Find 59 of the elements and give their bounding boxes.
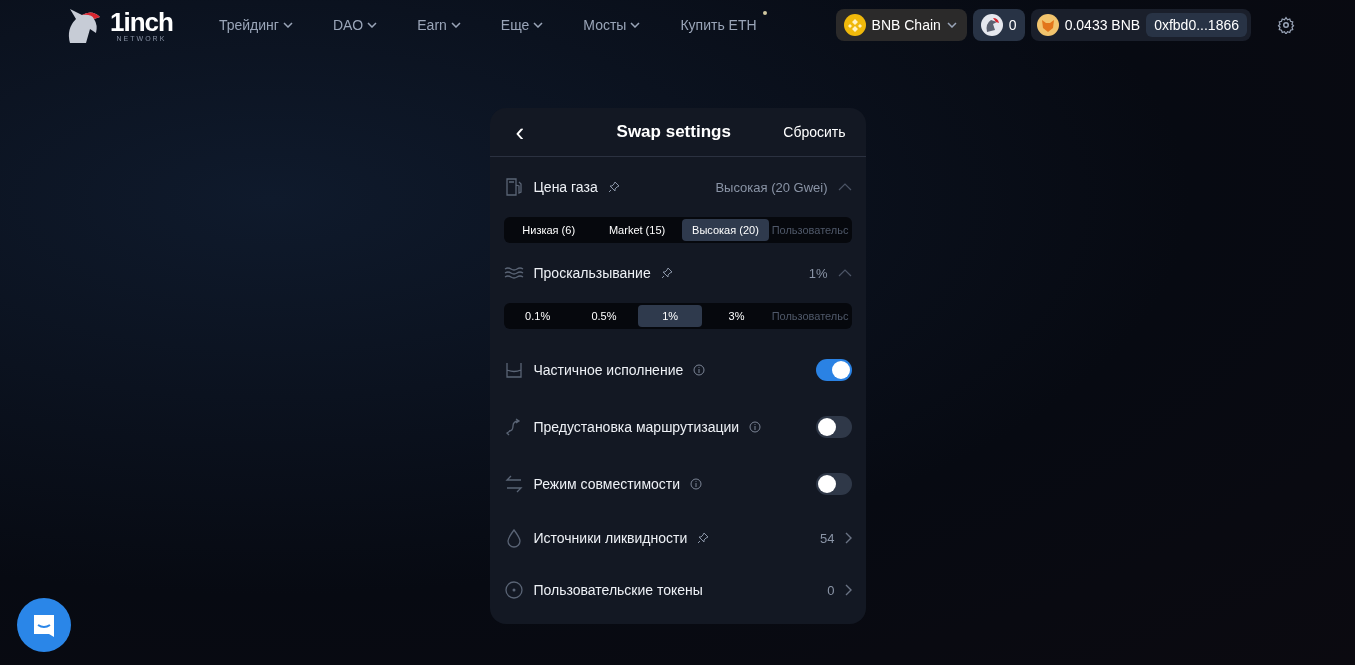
target-icon <box>503 580 524 600</box>
chain-selector[interactable]: BNB Chain <box>835 9 967 41</box>
segment-option[interactable]: Низкая (6) <box>505 219 592 241</box>
toggle-switch[interactable] <box>815 415 852 438</box>
nav-link[interactable]: Еще <box>488 17 556 33</box>
toggle-switch[interactable] <box>815 358 852 381</box>
nav-link[interactable]: Купить ETH <box>668 17 769 33</box>
swap-arrows-icon <box>503 473 524 494</box>
setting-value: 0 <box>827 582 835 598</box>
back-button[interactable]: ‹ <box>509 120 531 144</box>
logo-text: 1inch <box>110 8 173 35</box>
address-button[interactable]: 0xfbd0...1866 <box>1146 13 1247 37</box>
setting-label: Источники ликвидности <box>533 530 688 546</box>
chain-logo-icon <box>843 14 866 36</box>
pin-icon[interactable] <box>607 181 620 193</box>
caret-icon <box>450 22 461 28</box>
chat-bubble-icon <box>31 612 57 638</box>
chat-button[interactable] <box>17 598 71 652</box>
segment-option[interactable]: 0.1% <box>505 305 570 327</box>
setting-label: Проскальзывание <box>533 265 651 281</box>
setting-label: Режим совместимости <box>533 475 681 492</box>
setting-label: Предустановка маршрутизации <box>533 418 740 435</box>
pin-icon[interactable] <box>697 532 710 544</box>
dropdown-caret-icon <box>946 22 957 28</box>
caret-icon <box>630 22 641 28</box>
nav-link[interactable]: Мосты <box>571 17 653 33</box>
setting-value: 54 <box>820 530 835 546</box>
caret-icon <box>367 22 378 28</box>
setting-value: 1% <box>808 265 828 281</box>
segment-option[interactable]: Высокая (20) <box>682 219 769 241</box>
segment-option[interactable]: 0.5% <box>571 305 637 327</box>
panel-title: Swap settings <box>616 122 731 142</box>
nav-link[interactable]: Earn <box>405 17 473 33</box>
reset-button[interactable]: Сбросить <box>777 123 852 141</box>
pin-icon[interactable] <box>660 267 673 279</box>
segment-option[interactable]: 3% <box>704 305 769 327</box>
info-icon[interactable] <box>693 363 706 376</box>
unicorn-avatar-icon <box>980 14 1003 36</box>
toggle-switch[interactable] <box>815 472 852 495</box>
nav-link[interactable]: Трейдинг <box>206 17 305 33</box>
nav-link[interactable]: DAO <box>320 17 390 33</box>
points-button[interactable]: 0 <box>972 9 1025 41</box>
caret-icon <box>533 22 544 28</box>
segment-option[interactable]: 1% <box>638 305 703 327</box>
setting-label: Цена газа <box>533 179 598 195</box>
setting-label: Частичное исполнение <box>533 361 684 378</box>
info-icon[interactable] <box>749 420 762 433</box>
segment-option[interactable]: Market (15) <box>593 219 681 241</box>
fuel-pump-icon <box>503 177 524 197</box>
balance-text: 0.0433 BNB <box>1064 17 1141 33</box>
chevron-right-icon[interactable] <box>844 584 852 596</box>
fox-avatar-icon <box>1036 14 1059 36</box>
chevron-right-icon[interactable] <box>844 532 852 544</box>
caret-icon <box>282 22 293 28</box>
setting-value: Высокая (20 Gwei) <box>715 179 828 195</box>
info-icon[interactable] <box>690 477 703 490</box>
setting-label: Пользовательские токены <box>533 582 703 598</box>
settings-icon[interactable] <box>1277 16 1295 34</box>
notification-dot <box>762 11 767 15</box>
